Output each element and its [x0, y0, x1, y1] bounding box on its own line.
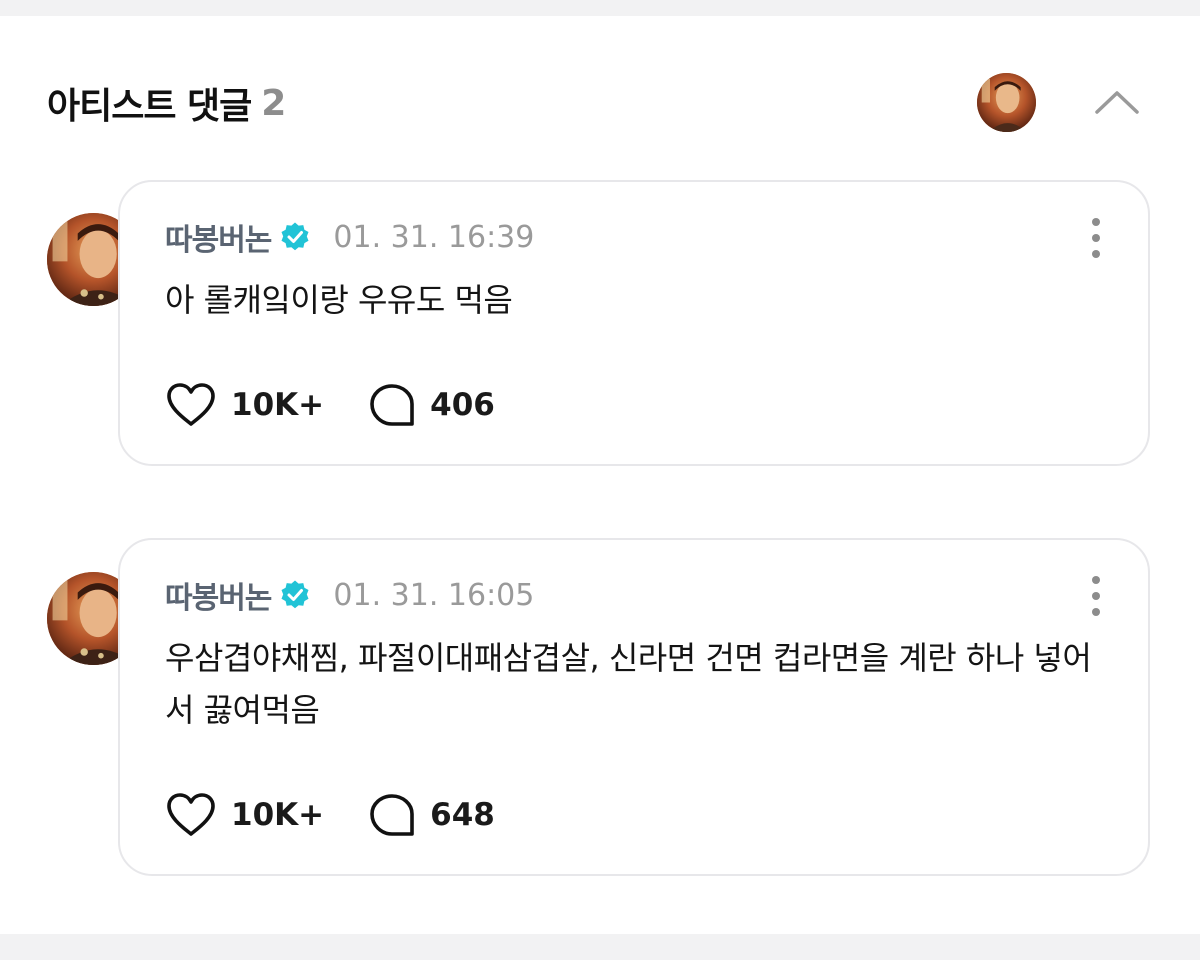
- more-options-button[interactable]: [1084, 218, 1108, 258]
- more-vertical-icon: [1092, 576, 1100, 584]
- artist-avatar[interactable]: [977, 73, 1036, 132]
- comment-count: 2: [261, 82, 286, 124]
- reply-button[interactable]: 648: [368, 792, 495, 838]
- collapse-button[interactable]: [1090, 82, 1144, 122]
- more-options-button[interactable]: [1084, 576, 1108, 616]
- chevron-up-icon: [1095, 91, 1139, 114]
- comment-timestamp: 01. 31. 16:39: [333, 219, 535, 255]
- comment-actions: 10K+ 648: [165, 790, 495, 840]
- bottom-divider: [0, 934, 1200, 960]
- like-count: 10K+: [231, 797, 325, 833]
- comment-meta: 따봉버논 01. 31. 16:05: [165, 572, 534, 618]
- comment-timestamp: 01. 31. 16:05: [333, 577, 535, 613]
- like-count: 10K+: [231, 387, 325, 423]
- like-button[interactable]: 10K+: [165, 792, 324, 838]
- verified-badge-icon: [279, 579, 311, 611]
- author-name[interactable]: 따봉버논: [165, 215, 272, 259]
- comment-card: 따봉버논 01. 31. 16:39 아 롤캐잌이랑 우유도 먹음 10K+ 4…: [118, 180, 1150, 466]
- reply-count: 406: [430, 387, 495, 423]
- author-name[interactable]: 따봉버논: [165, 573, 272, 617]
- comment-actions: 10K+ 406: [165, 380, 495, 430]
- more-vertical-icon: [1092, 218, 1100, 226]
- reply-button[interactable]: 406: [368, 382, 495, 428]
- section-title: 아티스트 댓글: [47, 86, 252, 127]
- verified-badge-icon: [279, 221, 311, 253]
- comment-text: 우삼겹야채찜, 파절이대패삼겹살, 신라면 건면 컵라면을 계란 하나 넣어서 …: [165, 639, 1092, 729]
- section-header: 아티스트 댓글 2: [47, 78, 286, 128]
- reply-count: 648: [430, 797, 495, 833]
- heart-icon: [167, 793, 215, 836]
- speech-bubble-icon: [370, 384, 414, 426]
- speech-bubble-icon: [370, 794, 414, 836]
- top-divider: [0, 0, 1200, 16]
- comment-text: 아 롤캐잌이랑 우유도 먹음: [165, 281, 513, 319]
- comment-meta: 따봉버논 01. 31. 16:39: [165, 214, 534, 260]
- like-button[interactable]: 10K+: [165, 382, 324, 428]
- heart-icon: [167, 383, 215, 426]
- comment-card: 따봉버논 01. 31. 16:05 우삼겹야채찜, 파절이대패삼겹살, 신라면…: [118, 538, 1150, 876]
